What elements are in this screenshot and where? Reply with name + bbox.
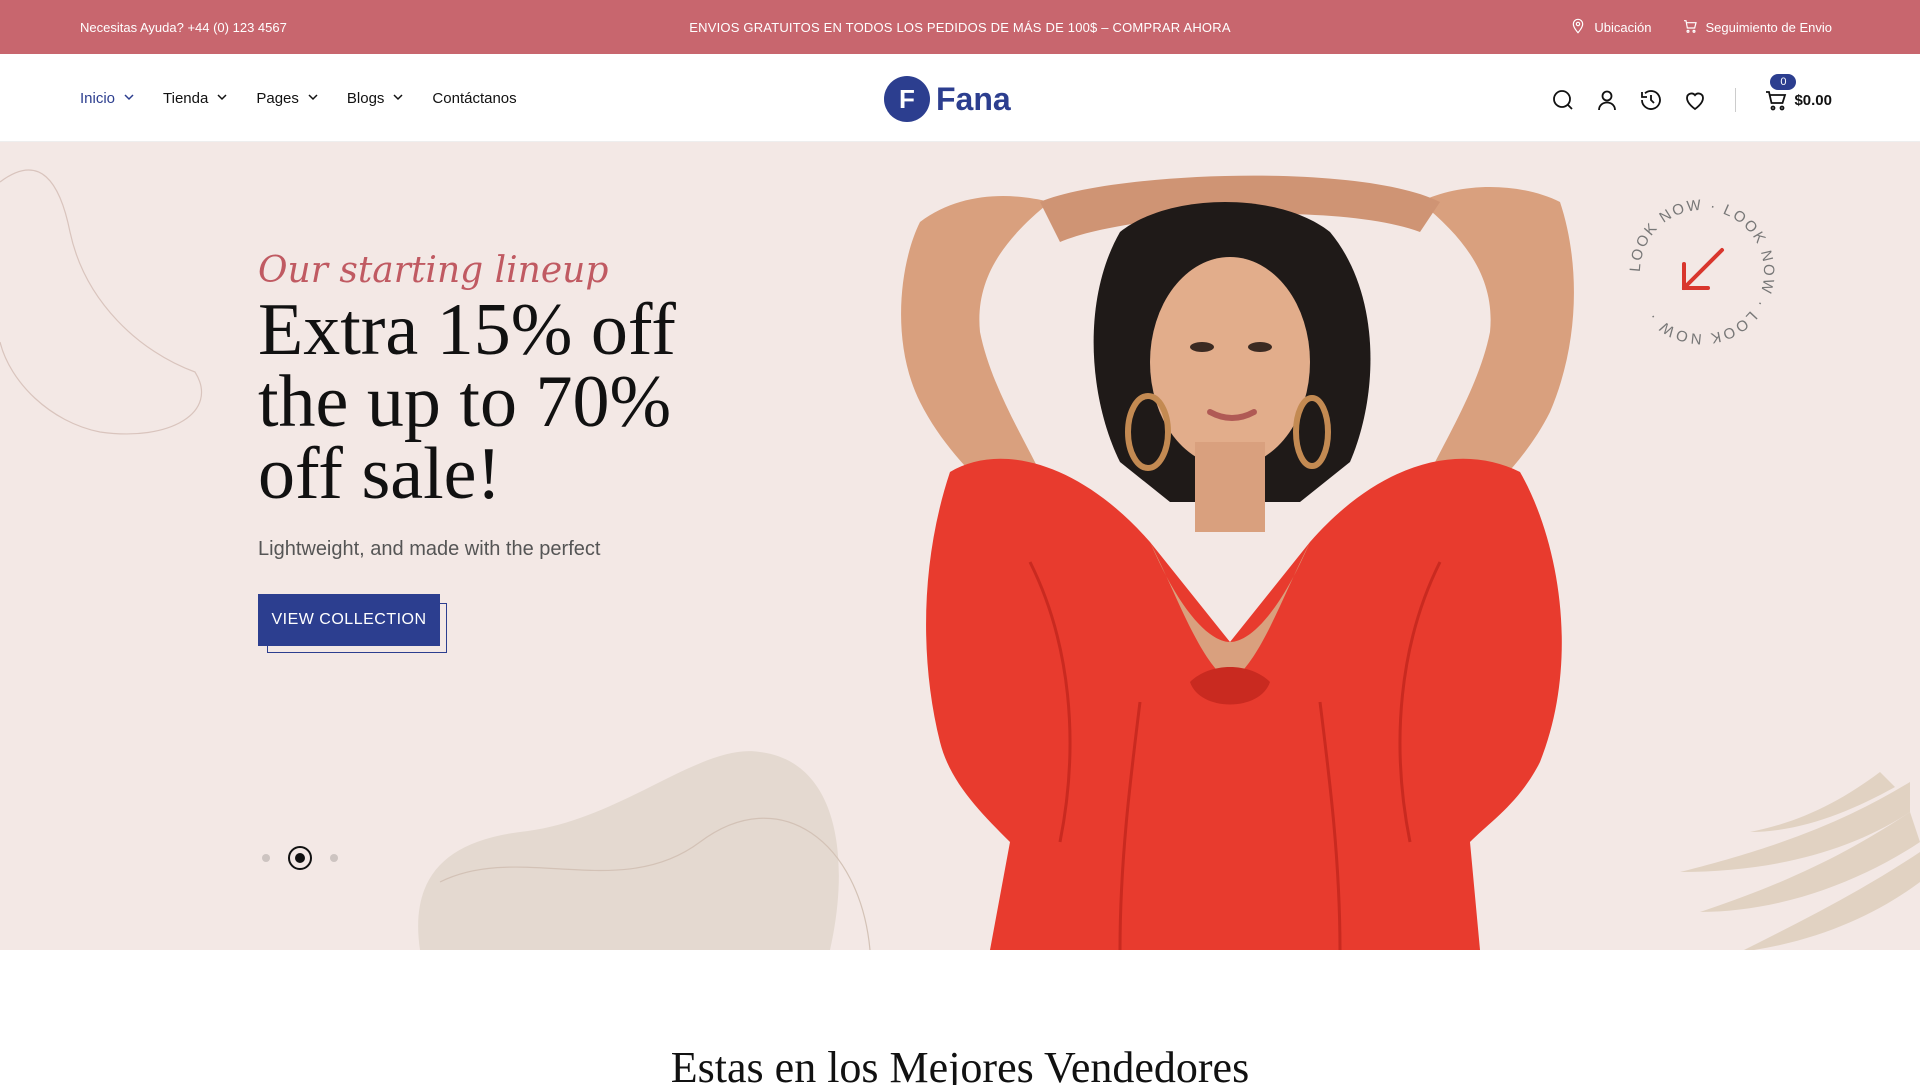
palm-leaf-decoration [1680,772,1920,950]
cart-count-badge: 0 [1770,74,1797,90]
chevron-down-icon [307,90,319,107]
search-icon[interactable] [1551,88,1575,112]
tracking-label: Seguimiento de Envio [1705,20,1832,35]
user-icon[interactable] [1595,88,1619,112]
history-icon[interactable] [1639,88,1663,112]
location-pin-icon [1570,18,1586,37]
cart-button[interactable]: 0 $0.00 [1764,74,1832,112]
nav-label: Tienda [163,90,209,107]
header-actions: 0 $0.00 [1551,74,1832,112]
nav-label: Contáctanos [432,90,517,107]
chevron-down-icon [216,90,228,107]
slider-dot-active[interactable] [288,846,312,870]
hero-headline: Extra 15% off the up to 70% off sale! [258,289,676,515]
hero-model-image [901,175,1574,950]
header-divider [1735,88,1737,112]
tracking-link[interactable]: Seguimiento de Envio [1682,18,1832,37]
site-logo[interactable]: F Fana [884,76,1011,122]
chevron-down-icon [392,90,404,107]
nav-label: Blogs [346,90,385,107]
chevron-down-icon [123,90,135,107]
location-label: Ubicación [1594,20,1652,35]
main-nav: Inicio Tienda Pages Blogs Contáctanos [80,90,517,107]
hero-subtitle: Lightweight, and made with the perfect [258,538,601,560]
hero-cta-wrap: VIEW COLLECTION [258,594,447,653]
cart-total: $0.00 [1794,91,1832,109]
best-sellers-title: Estas en los Mejores Vendedores [670,1043,1250,1085]
look-now-badge[interactable]: LOOK NOW · LOOK NOW · LOOK NOW · [1622,192,1782,352]
nav-item-inicio[interactable]: Inicio [80,90,135,107]
nav-item-contactanos[interactable]: Contáctanos [432,90,516,107]
nav-item-blogs[interactable]: Blogs [347,90,405,107]
hero-slider: Our starting lineup Extra 15% off the up… [0,142,1920,950]
main-header: Inicio Tienda Pages Blogs Contáctanos F … [0,54,1920,142]
hero-tagline: Our starting lineup [258,250,609,291]
shipping-cart-icon [1682,18,1698,37]
nav-label: Inicio [80,90,116,107]
topbar-links: Ubicación Seguimiento de Envio [1570,18,1832,37]
nav-item-tienda[interactable]: Tienda [163,90,228,107]
slider-dots [262,846,338,870]
top-announcement-bar: Necesitas Ayuda? +44 (0) 123 4567 ENVIOS… [0,0,1920,54]
location-link[interactable]: Ubicación [1570,18,1652,37]
nav-item-pages[interactable]: Pages [256,90,319,107]
cart-icon [1764,88,1788,112]
heart-icon[interactable] [1683,88,1707,112]
slider-dot[interactable] [262,854,270,862]
slider-dot[interactable] [330,854,338,862]
arrow-down-left-icon [1682,248,1724,290]
logo-mark: F [884,76,930,122]
view-collection-button[interactable]: VIEW COLLECTION [258,594,440,646]
nav-label: Pages [256,90,299,107]
logo-text: Fana [936,80,1011,117]
